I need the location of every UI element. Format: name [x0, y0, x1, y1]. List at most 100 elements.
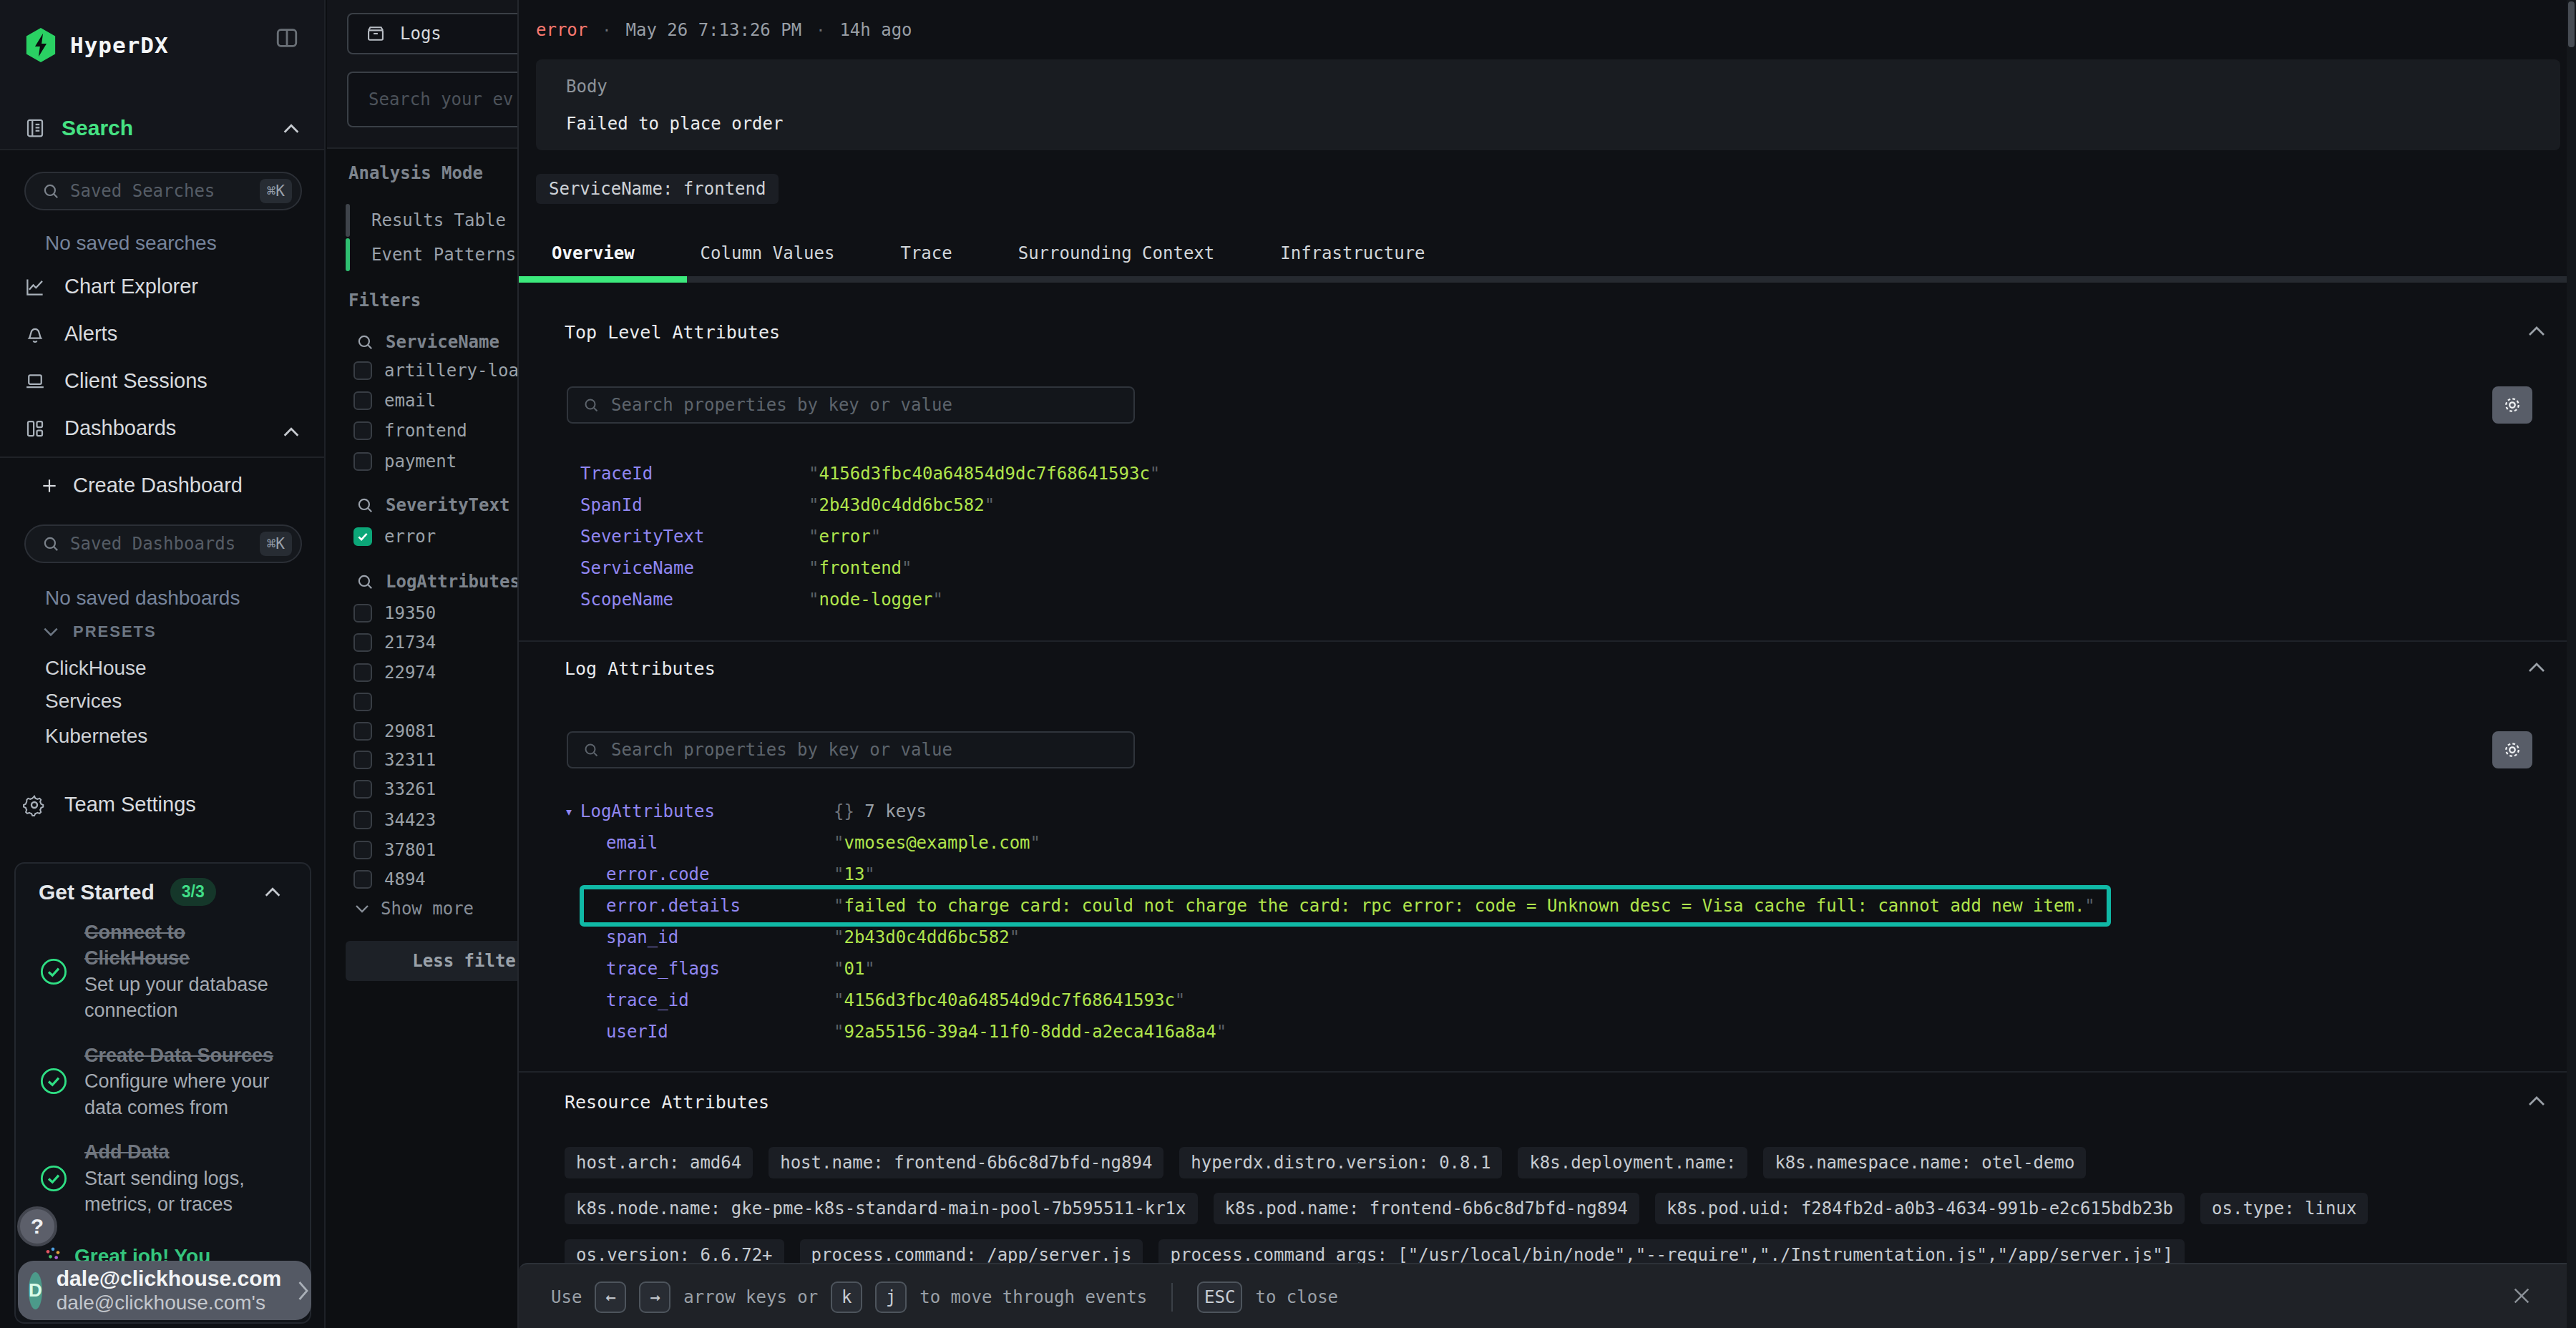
sidebar-item-dashboards[interactable]: Dashboards — [24, 416, 176, 440]
get-started-collapse-chevron-icon[interactable] — [263, 885, 283, 899]
filter-option[interactable]: 37801 — [353, 836, 436, 864]
checkbox[interactable] — [353, 663, 372, 682]
filter-option[interactable]: 22974 — [353, 658, 436, 687]
service-name-tag[interactable]: ServiceName: frontend — [536, 174, 779, 204]
search-collapse-chevron-icon[interactable] — [281, 122, 301, 136]
search-icon[interactable] — [356, 496, 374, 514]
sidebar-item-alerts[interactable]: Alerts — [24, 322, 117, 346]
bell-icon — [24, 323, 46, 345]
resource-tag[interactable]: os.type: linux — [2200, 1193, 2368, 1224]
sidebar-item-search[interactable]: Search — [24, 116, 133, 140]
attribute-row-highlighted[interactable]: error.details"failed to charge card: cou… — [580, 885, 2111, 927]
section-collapse-chevron-icon[interactable] — [2526, 660, 2547, 675]
log-attributes-root[interactable]: ▾ LogAttributes {} 7 keys — [565, 796, 2111, 827]
help-button[interactable]: ? — [17, 1206, 57, 1246]
scrollbar[interactable] — [2567, 0, 2576, 1328]
source-selector-button[interactable]: Logs — [347, 13, 517, 54]
saved-searches-input[interactable]: Saved Searches ⌘K — [24, 172, 302, 210]
resource-tag[interactable]: k8s.pod.uid: f284fb2d-a0b3-4634-991b-e2c… — [1655, 1193, 2185, 1224]
filter-option[interactable]: 4894 — [353, 865, 426, 894]
filter-option[interactable]: payment — [353, 447, 457, 476]
attribute-row[interactable]: ServiceName"frontend" — [580, 552, 1160, 584]
preset-kubernetes[interactable]: Kubernetes — [45, 725, 147, 748]
checkbox[interactable] — [353, 693, 372, 711]
attribute-row[interactable]: trace_flags"01" — [565, 953, 2111, 985]
checkbox[interactable] — [353, 391, 372, 410]
checkbox[interactable] — [353, 604, 372, 622]
attribute-row[interactable]: email"vmoses@example.com" — [565, 827, 2111, 859]
log-attributes-search-input[interactable]: Search properties by key or value — [567, 731, 1135, 768]
scrollbar-thumb[interactable] — [2568, 1, 2575, 47]
tab-overview[interactable]: Overview — [552, 236, 635, 270]
preset-clickhouse[interactable]: ClickHouse — [45, 657, 147, 680]
filter-option[interactable]: artillery-loa — [353, 356, 517, 385]
user-account-button[interactable]: D dale@clickhouse.com dale@clickhouse.co… — [18, 1261, 311, 1320]
checkbox[interactable] — [353, 751, 372, 769]
search-icon[interactable] — [356, 572, 374, 591]
top-level-settings-button[interactable] — [2492, 386, 2532, 424]
filter-option[interactable]: email — [353, 386, 436, 415]
dashboards-collapse-chevron-icon[interactable] — [281, 425, 301, 439]
checkbox[interactable] — [353, 722, 372, 741]
resource-tag[interactable]: k8s.namespace.name: otel-demo — [1763, 1147, 2086, 1178]
resource-tag[interactable]: k8s.deployment.name: — [1518, 1147, 1747, 1178]
top-level-search-input[interactable]: Search properties by key or value — [567, 386, 1135, 424]
attribute-row[interactable]: userId"92a55156-39a4-11f0-8ddd-a2eca416a… — [565, 1016, 2111, 1048]
get-started-step[interactable]: Connect to ClickHouse Set up your databa… — [39, 919, 289, 1024]
saved-dashboards-input[interactable]: Saved Dashboards ⌘K — [24, 524, 302, 563]
create-dashboard-button[interactable]: Create Dashboard — [40, 474, 243, 497]
attribute-row[interactable]: trace_id"4156d3fbc40a64854d9dc7f68641593… — [565, 985, 2111, 1016]
filter-option[interactable]: 34423 — [353, 806, 436, 834]
resource-tag[interactable]: k8s.pod.name: frontend-6b6c8d7bfd-ng894 — [1214, 1193, 1640, 1224]
filter-option[interactable]: error — [353, 522, 436, 551]
attribute-row[interactable]: TraceId"4156d3fbc40a64854d9dc7f68641593c… — [580, 458, 1160, 489]
filter-option[interactable]: 32311 — [353, 746, 436, 774]
tab-infrastructure[interactable]: Infrastructure — [1280, 236, 1425, 270]
get-started-step[interactable]: Add Data Start sending logs, metrics, or… — [39, 1139, 289, 1217]
filter-option[interactable]: 29081 — [353, 717, 436, 746]
show-more-button[interactable]: Show more — [353, 899, 474, 919]
less-filters-button[interactable]: Less filters — [346, 941, 517, 981]
attribute-row[interactable]: SpanId"2b43d0c4dd6bc582" — [580, 489, 1160, 521]
attribute-row[interactable]: SeverityText"error" — [580, 521, 1160, 552]
mode-event-patterns[interactable]: Event Patterns — [346, 238, 516, 271]
sidebar-item-chart-explorer[interactable]: Chart Explorer — [24, 275, 198, 298]
sidebar-item-team-settings[interactable]: Team Settings — [23, 793, 196, 816]
brand[interactable]: HyperDX — [24, 27, 169, 63]
attribute-row[interactable]: ScopeName"node-logger" — [580, 584, 1160, 615]
filter-option[interactable]: frontend — [353, 416, 467, 445]
resource-tag[interactable]: host.name: frontend-6b6c8d7bfd-ng894 — [769, 1147, 1163, 1178]
tab-trace[interactable]: Trace — [900, 236, 952, 270]
checkbox-checked[interactable] — [353, 527, 372, 546]
checkbox[interactable] — [353, 361, 372, 380]
sidebar-collapse-button[interactable] — [275, 26, 299, 50]
get-started-step[interactable]: Create Data Sources Configure where your… — [39, 1043, 289, 1120]
presets-toggle[interactable]: PRESETS — [42, 622, 157, 641]
filter-option[interactable]: 33261 — [353, 775, 436, 804]
close-icon[interactable] — [2510, 1284, 2533, 1307]
search-icon[interactable] — [356, 333, 374, 351]
checkbox[interactable] — [353, 421, 372, 440]
section-collapse-chevron-icon[interactable] — [2526, 1093, 2547, 1109]
checkbox[interactable] — [353, 811, 372, 829]
checkbox[interactable] — [353, 780, 372, 799]
filter-option[interactable]: 19350 — [353, 599, 436, 628]
resource-tag[interactable]: hyperdx.distro.version: 0.8.1 — [1179, 1147, 1502, 1178]
section-collapse-chevron-icon[interactable] — [2526, 323, 2547, 339]
checkbox[interactable] — [353, 633, 372, 652]
attribute-row[interactable]: span_id"2b43d0c4dd6bc582" — [565, 922, 2111, 953]
checkbox[interactable] — [353, 870, 372, 889]
mode-results-table[interactable]: Results Table — [346, 204, 506, 237]
filter-option[interactable]: 21734 — [353, 628, 436, 657]
filter-option[interactable] — [353, 688, 384, 716]
resource-tag[interactable]: k8s.node.name: gke-pme-k8s-standard-main… — [565, 1193, 1198, 1224]
log-attributes-settings-button[interactable] — [2492, 731, 2532, 768]
tab-surrounding-context[interactable]: Surrounding Context — [1018, 236, 1215, 270]
checkbox[interactable] — [353, 841, 372, 859]
sidebar-item-client-sessions[interactable]: Client Sessions — [24, 369, 208, 393]
event-search-input[interactable]: Search your ev — [347, 72, 517, 127]
tab-column-values[interactable]: Column Values — [701, 236, 835, 270]
preset-services[interactable]: Services — [45, 690, 122, 713]
resource-tag[interactable]: host.arch: amd64 — [565, 1147, 753, 1178]
checkbox[interactable] — [353, 452, 372, 471]
